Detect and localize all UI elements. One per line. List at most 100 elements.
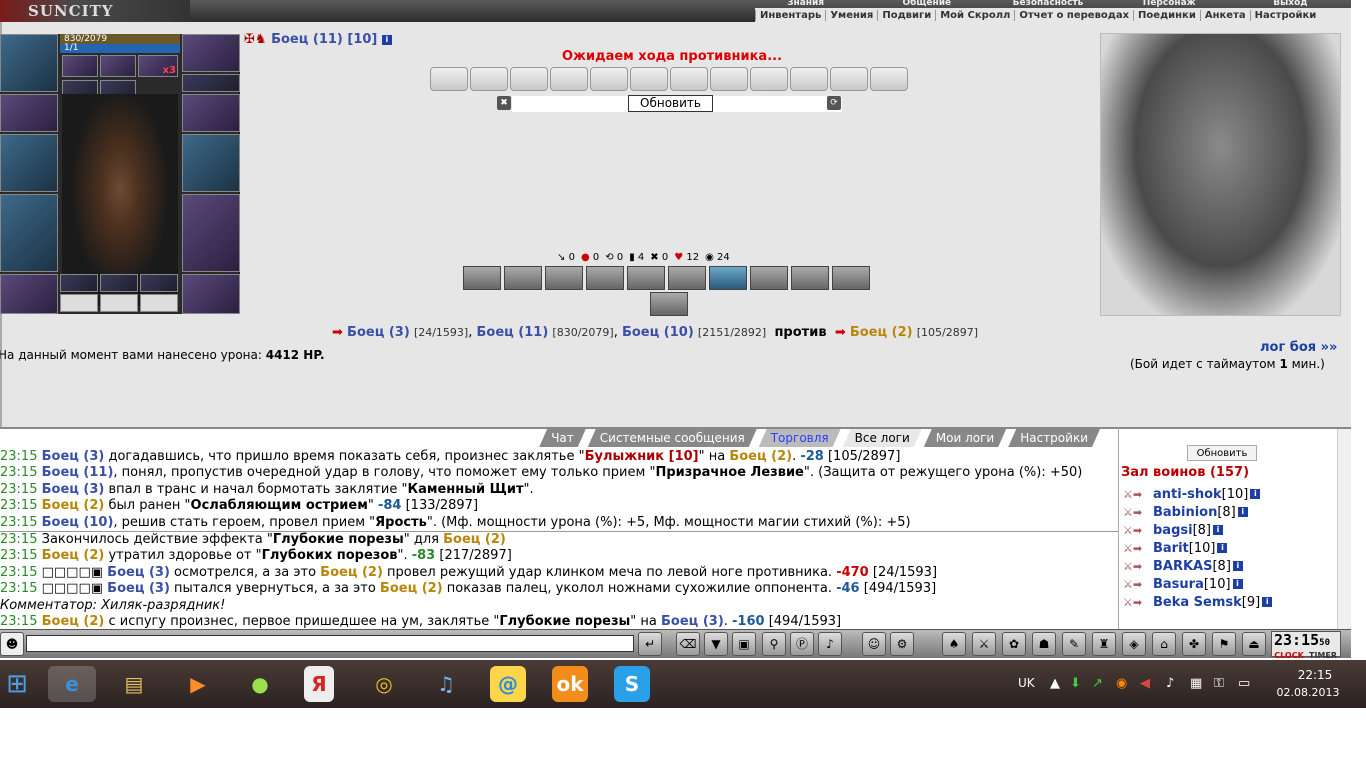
skype-icon[interactable]: S <box>614 666 650 702</box>
log-actor[interactable]: Боец (10) <box>42 515 114 530</box>
skill-button[interactable] <box>650 292 688 316</box>
update-icon[interactable]: ↗ <box>1092 676 1103 691</box>
enter-icon[interactable]: ↵ <box>638 632 662 656</box>
clear-icon[interactable]: ✖ <box>497 96 511 110</box>
scroll-slot[interactable] <box>590 67 628 91</box>
player-name[interactable]: BARKAS <box>1153 559 1212 574</box>
leggings-slot[interactable] <box>182 194 240 272</box>
tab-trade[interactable]: Торговля <box>759 429 841 447</box>
boots-slot[interactable] <box>182 274 240 314</box>
ally-2[interactable]: Боец (11) <box>476 325 548 340</box>
enemy-1[interactable]: Боец (2) <box>850 325 913 340</box>
battle-log-link[interactable]: лог боя »» <box>1260 340 1337 355</box>
skill-button-active[interactable] <box>709 266 747 290</box>
ie-icon[interactable]: e <box>48 666 96 702</box>
info-icon[interactable]: i <box>381 34 392 45</box>
app-green-icon[interactable]: ● <box>242 666 278 702</box>
skill-button[interactable] <box>668 266 706 290</box>
tray-expand-icon[interactable]: ▲ <box>1050 676 1060 691</box>
menu-exit[interactable]: Выход <box>1230 0 1351 8</box>
belt-slot[interactable] <box>0 274 58 314</box>
players-refresh-button[interactable]: Обновить <box>1187 445 1257 461</box>
game-clock[interactable]: 23:1550 CLOCK TIMER <box>1271 631 1341 660</box>
mask-icon[interactable]: ☗ <box>1032 632 1056 656</box>
player-name[interactable]: Babinion <box>1153 505 1217 520</box>
tab-my-logs[interactable]: Мои логи <box>924 429 1006 447</box>
language-indicator[interactable]: UK <box>1018 676 1035 690</box>
info-icon[interactable]: i <box>1232 579 1243 589</box>
player-row[interactable]: ⚔➡ bagsi [8] i <box>1123 521 1333 539</box>
flag-icon[interactable]: ⚑ <box>1212 632 1236 656</box>
submenu-my-scroll[interactable]: Мой Скролл <box>935 9 1014 21</box>
scroll-slot[interactable] <box>710 67 748 91</box>
scroll-slot[interactable] <box>550 67 588 91</box>
clock-date-tray[interactable]: 02.08.2013 <box>1268 686 1348 699</box>
player-name[interactable]: Basura <box>1153 577 1204 592</box>
empty-slot-3[interactable] <box>140 294 178 312</box>
skill-button[interactable] <box>750 266 788 290</box>
scroll-slot[interactable] <box>630 67 668 91</box>
scroll-slot[interactable] <box>470 67 508 91</box>
player-row[interactable]: ⚔➡ Basura [10] i <box>1123 575 1333 593</box>
skill-button[interactable] <box>791 266 829 290</box>
ally-3[interactable]: Боец (10) <box>622 325 694 340</box>
log-actor[interactable]: Боец (3) <box>107 581 170 596</box>
ally-1[interactable]: Боец (3) <box>347 325 410 340</box>
scroll-slot-2[interactable] <box>100 274 138 292</box>
bracers-slot[interactable] <box>0 94 58 132</box>
start-button[interactable]: ⊞ <box>0 664 34 704</box>
log-target[interactable]: Боец (2) <box>443 532 506 547</box>
tab-system[interactable]: Системные сообщения <box>588 429 757 447</box>
player-row[interactable]: ⚔➡ Beka Semsk [9] i <box>1123 593 1333 611</box>
weapon-right-slot[interactable] <box>182 134 240 192</box>
sword-tool-icon[interactable]: ⚔ <box>972 632 996 656</box>
log-actor[interactable]: Боец (3) <box>107 565 170 580</box>
submenu-duels[interactable]: Поединки <box>1133 9 1200 21</box>
skill-button[interactable] <box>627 266 665 290</box>
sound-icon[interactable]: ♪ <box>818 632 842 656</box>
yandex-icon[interactable]: Я <box>304 666 334 702</box>
translit-icon[interactable]: Ⓟ <box>790 632 814 656</box>
usb-icon[interactable]: ⚿ <box>1214 676 1224 691</box>
submenu-profile[interactable]: Анкета <box>1199 9 1250 21</box>
scroll-slot[interactable] <box>510 67 548 91</box>
odnoklassniki-icon[interactable]: ok <box>552 666 588 702</box>
suncity-logo[interactable]: SUNCITY <box>0 0 190 22</box>
log-actor[interactable]: Боец (3) <box>42 449 105 464</box>
tab-settings[interactable]: Настройки <box>1008 429 1100 447</box>
player-row[interactable]: ⚔➡ anti-shok [10] i <box>1123 485 1333 503</box>
player-name[interactable]: anti-shok <box>1153 487 1222 502</box>
fighter-name[interactable]: Боец (11) [10] <box>271 32 377 47</box>
save-icon[interactable]: ▣ <box>732 632 756 656</box>
menu-security[interactable]: Безопасность <box>987 0 1108 8</box>
player-row[interactable]: ⚔➡ Babinion [8] i <box>1123 503 1333 521</box>
download-icon[interactable]: ⬇ <box>1070 676 1081 691</box>
menu-knowledge[interactable]: Знания <box>745 0 866 8</box>
helmet-slot[interactable] <box>0 34 58 92</box>
refresh-button[interactable]: Обновить <box>628 95 713 112</box>
submenu-feats[interactable]: Подвиги <box>877 9 935 21</box>
chat-input[interactable] <box>26 635 634 652</box>
scroll-slot[interactable] <box>830 67 868 91</box>
player-name[interactable]: Barit <box>1153 541 1189 556</box>
scroll-icon[interactable]: ✎ <box>1062 632 1086 656</box>
ring-slot-2[interactable] <box>100 55 136 77</box>
log-actor[interactable]: Боец (2) <box>42 614 105 629</box>
info-icon[interactable]: i <box>1250 489 1261 499</box>
menu-character[interactable]: Персонаж <box>1109 0 1230 8</box>
player-row[interactable]: ⚔➡ Barit [10] i <box>1123 539 1333 557</box>
scroll-slot[interactable] <box>670 67 708 91</box>
player-name[interactable]: bagsi <box>1153 523 1193 538</box>
scroll-slot[interactable] <box>430 67 468 91</box>
mail-icon[interactable]: @ <box>490 666 526 702</box>
info-icon[interactable]: i <box>1232 561 1243 571</box>
weapon-left-slot[interactable] <box>0 134 58 192</box>
helmet-icon[interactable]: ◈ <box>1122 632 1146 656</box>
ring-slot-1[interactable] <box>62 55 98 77</box>
players-scrollbar[interactable] <box>1337 429 1351 629</box>
sound-tray-icon[interactable]: ◀ <box>1140 676 1150 691</box>
exit-icon[interactable]: ⏏ <box>1242 632 1266 656</box>
skill-button[interactable] <box>832 266 870 290</box>
log-target[interactable]: Боец (3) <box>661 614 724 629</box>
log-actor[interactable]: Боец (3) <box>42 482 105 497</box>
